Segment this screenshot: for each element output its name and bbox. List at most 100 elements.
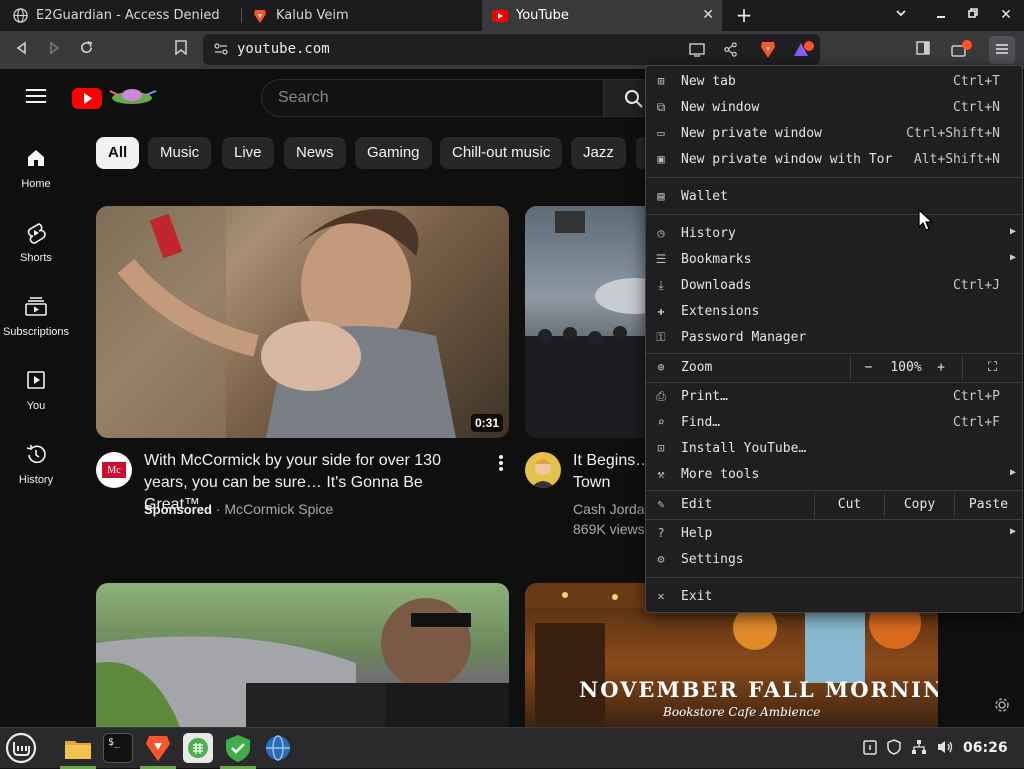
menu-item-downloads[interactable]: ⤓ Downloads Ctrl+J: [646, 273, 1022, 299]
copy-button[interactable]: Copy: [884, 492, 954, 518]
menu-separator: [646, 490, 1022, 491]
chip-all[interactable]: All: [96, 137, 140, 169]
chip-gaming[interactable]: Gaming: [355, 137, 432, 169]
app-menu-button[interactable]: [989, 36, 1015, 64]
close-tab-icon[interactable]: ✕: [702, 7, 714, 23]
video-thumbnail[interactable]: 0:31: [96, 206, 509, 438]
fullscreen-icon[interactable]: ⛶: [962, 355, 1022, 381]
extensions-icon: ✚: [657, 304, 665, 318]
search-input[interactable]: Search: [261, 79, 606, 117]
sidebar-item-shorts[interactable]: Shorts: [0, 222, 72, 264]
menu-separator: [646, 577, 1022, 578]
menu-item-help[interactable]: ? Help ▶: [646, 521, 1022, 547]
shorts-icon: [0, 222, 72, 246]
restore-window-button[interactable]: [963, 5, 983, 25]
menu-item-new-tab[interactable]: ⊞ New tab Ctrl+T: [646, 69, 1022, 95]
menu-item-new-private-window[interactable]: ▭ New private window Ctrl+Shift+N: [646, 121, 1022, 147]
menu-item-history[interactable]: ◷ History ▶: [646, 221, 1022, 247]
spreadsheet-icon[interactable]: [183, 733, 213, 763]
video-thumbnail[interactable]: [96, 583, 509, 727]
paste-button[interactable]: Paste: [954, 492, 1022, 518]
help-icon: ?: [657, 526, 665, 540]
cut-button[interactable]: Cut: [814, 492, 884, 518]
tab-title: Kalub Veim: [276, 8, 349, 23]
brave-rewards-icon[interactable]: [793, 41, 815, 63]
share-icon[interactable]: [723, 42, 738, 61]
menu-item-edit: ✎ Edit Cut Copy Paste: [646, 492, 1022, 518]
chip-live[interactable]: Live: [222, 137, 274, 169]
menu-item-password-manager[interactable]: ⚿ Password Manager: [646, 325, 1022, 351]
settings-gear-icon[interactable]: [994, 697, 1010, 717]
new-window-icon: ⧉: [656, 100, 666, 114]
channel-avatar[interactable]: Mc: [96, 452, 132, 488]
zoom-in-button[interactable]: +: [928, 360, 954, 375]
address-bar[interactable]: youtube.com: [203, 34, 820, 65]
tab-kalub-veim[interactable]: Kalub Veim: [242, 0, 480, 31]
sidebar-item-you[interactable]: You: [0, 370, 72, 412]
chip-news[interactable]: News: [284, 137, 346, 169]
tab-youtube[interactable]: YouTube ✕: [482, 0, 722, 31]
reload-button[interactable]: [76, 40, 96, 60]
guide-menu-icon[interactable]: [26, 88, 46, 108]
forward-button[interactable]: [44, 40, 64, 60]
menu-item-settings[interactable]: ⚙ Settings: [646, 547, 1022, 573]
channel-name[interactable]: Cash Jorda: [573, 501, 645, 517]
new-tab-button[interactable]: +: [734, 5, 754, 25]
sidebar-item-subscriptions[interactable]: Subscriptions: [0, 296, 72, 338]
close-window-button[interactable]: ✕: [996, 5, 1016, 25]
volume-icon[interactable]: [936, 739, 954, 757]
chip-chill-out-music[interactable]: Chill-out music: [440, 137, 563, 169]
channel-avatar[interactable]: [525, 452, 561, 488]
mint-menu-icon[interactable]: [5, 732, 37, 764]
youtube-logo-icon[interactable]: [72, 85, 160, 115]
sidebar-item-home[interactable]: Home: [0, 148, 72, 190]
menu-item-new-private-window-tor[interactable]: ▣ New private window with Tor Alt+Shift+…: [646, 147, 1022, 173]
vpn-shield-icon[interactable]: [223, 733, 253, 763]
shield-tray-icon[interactable]: [885, 739, 903, 757]
channel-name[interactable]: McCormick Spice: [224, 501, 333, 517]
tab-list-chevron-icon[interactable]: [891, 5, 911, 25]
key-icon: ⚿: [656, 330, 666, 344]
file-manager-icon[interactable]: [63, 733, 93, 763]
more-options-icon[interactable]: [498, 454, 504, 476]
tab-e2guardian[interactable]: E2Guardian - Access Denied: [2, 0, 238, 31]
menu-item-wallet[interactable]: ▤ Wallet: [646, 184, 1022, 210]
sidebar-toggle-icon[interactable]: [913, 40, 933, 60]
submenu-arrow-icon: ▶: [1009, 526, 1016, 537]
network-globe-icon[interactable]: [263, 733, 293, 763]
install-icon: ⊡: [657, 441, 665, 455]
cast-icon[interactable]: [689, 42, 705, 61]
sidebar-item-history[interactable]: History: [0, 444, 72, 486]
brave-browser-icon[interactable]: [143, 733, 173, 763]
video-title[interactable]: It Begins… Town: [573, 450, 653, 494]
clock[interactable]: 06:26: [963, 740, 1008, 756]
url-text[interactable]: youtube.com: [237, 41, 330, 57]
zoom-out-button[interactable]: −: [850, 355, 886, 381]
menu-item-exit[interactable]: ✕ Exit: [646, 584, 1022, 610]
bookmark-icon[interactable]: [171, 40, 191, 60]
chip-music[interactable]: Music: [148, 137, 212, 169]
exit-icon: ✕: [657, 589, 665, 603]
video-thumbnail[interactable]: [525, 206, 665, 438]
chip-jazz[interactable]: Jazz: [571, 137, 626, 169]
menu-item-bookmarks[interactable]: ☰ Bookmarks ▶: [646, 247, 1022, 273]
menu-item-new-window[interactable]: ⧉ New window Ctrl+N: [646, 95, 1022, 121]
menu-item-install-youtube[interactable]: ⊡ Install YouTube…: [646, 436, 1022, 462]
submenu-arrow-icon: ▶: [1009, 252, 1016, 263]
menu-item-extensions[interactable]: ✚ Extensions: [646, 299, 1022, 325]
brave-wallet-icon[interactable]: [951, 40, 972, 60]
menu-item-find[interactable]: ⌕ Find… Ctrl+F: [646, 410, 1022, 436]
brave-shields-icon[interactable]: [759, 40, 777, 63]
tab-title: E2Guardian - Access Denied: [36, 8, 220, 23]
menu-item-more-tools[interactable]: ⚒ More tools ▶: [646, 462, 1022, 488]
clipboard-icon[interactable]: [861, 739, 879, 757]
site-settings-icon[interactable]: [213, 41, 229, 61]
globe-icon: [12, 8, 28, 24]
thumbnail-image: [96, 598, 509, 727]
minimize-window-button[interactable]: [931, 5, 951, 25]
network-tray-icon[interactable]: [910, 739, 928, 757]
back-button[interactable]: [12, 40, 32, 60]
menu-item-print[interactable]: ⎙ Print… Ctrl+P: [646, 384, 1022, 410]
sponsored-badge: Sponsored: [144, 502, 212, 517]
terminal-icon[interactable]: $_: [103, 733, 133, 763]
